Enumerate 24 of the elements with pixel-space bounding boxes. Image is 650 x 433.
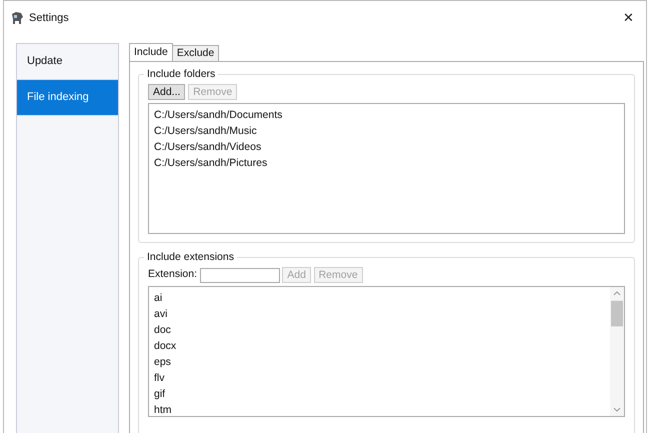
list-item[interactable]: C:/Users/sandh/Pictures [154,155,619,171]
field-label: Extension: [148,267,198,282]
list-item[interactable]: eps [154,354,605,370]
list-item[interactable]: ai [154,290,605,306]
list-item[interactable]: C:/Users/sandh/Documents [154,107,619,123]
list-item[interactable]: htm [154,402,605,418]
list-item[interactable]: avi [154,306,605,322]
group-title: Include extensions [146,251,235,263]
sidebar-item[interactable]: File indexing [17,80,118,116]
list-item[interactable]: gif [154,386,605,402]
list-item[interactable]: doc [154,322,605,338]
list-item[interactable]: docx [154,338,605,354]
list-item[interactable]: flv [154,370,605,386]
close-button[interactable]: ✕ [617,8,640,28]
add-button[interactable]: Add... [148,84,186,100]
list-item[interactable]: C:/Users/sandh/Music [154,123,619,139]
list-item[interactable]: C:/Users/sandh/Videos [154,139,619,155]
scrollbar-drawing[interactable] [610,287,624,416]
app-icon [10,11,24,25]
extension-field[interactable] [200,268,280,282]
window-title: Settings [29,10,69,26]
tab[interactable]: Include [129,43,173,61]
tab[interactable]: Exclude [172,45,220,61]
group-title: Include folders [146,68,216,80]
